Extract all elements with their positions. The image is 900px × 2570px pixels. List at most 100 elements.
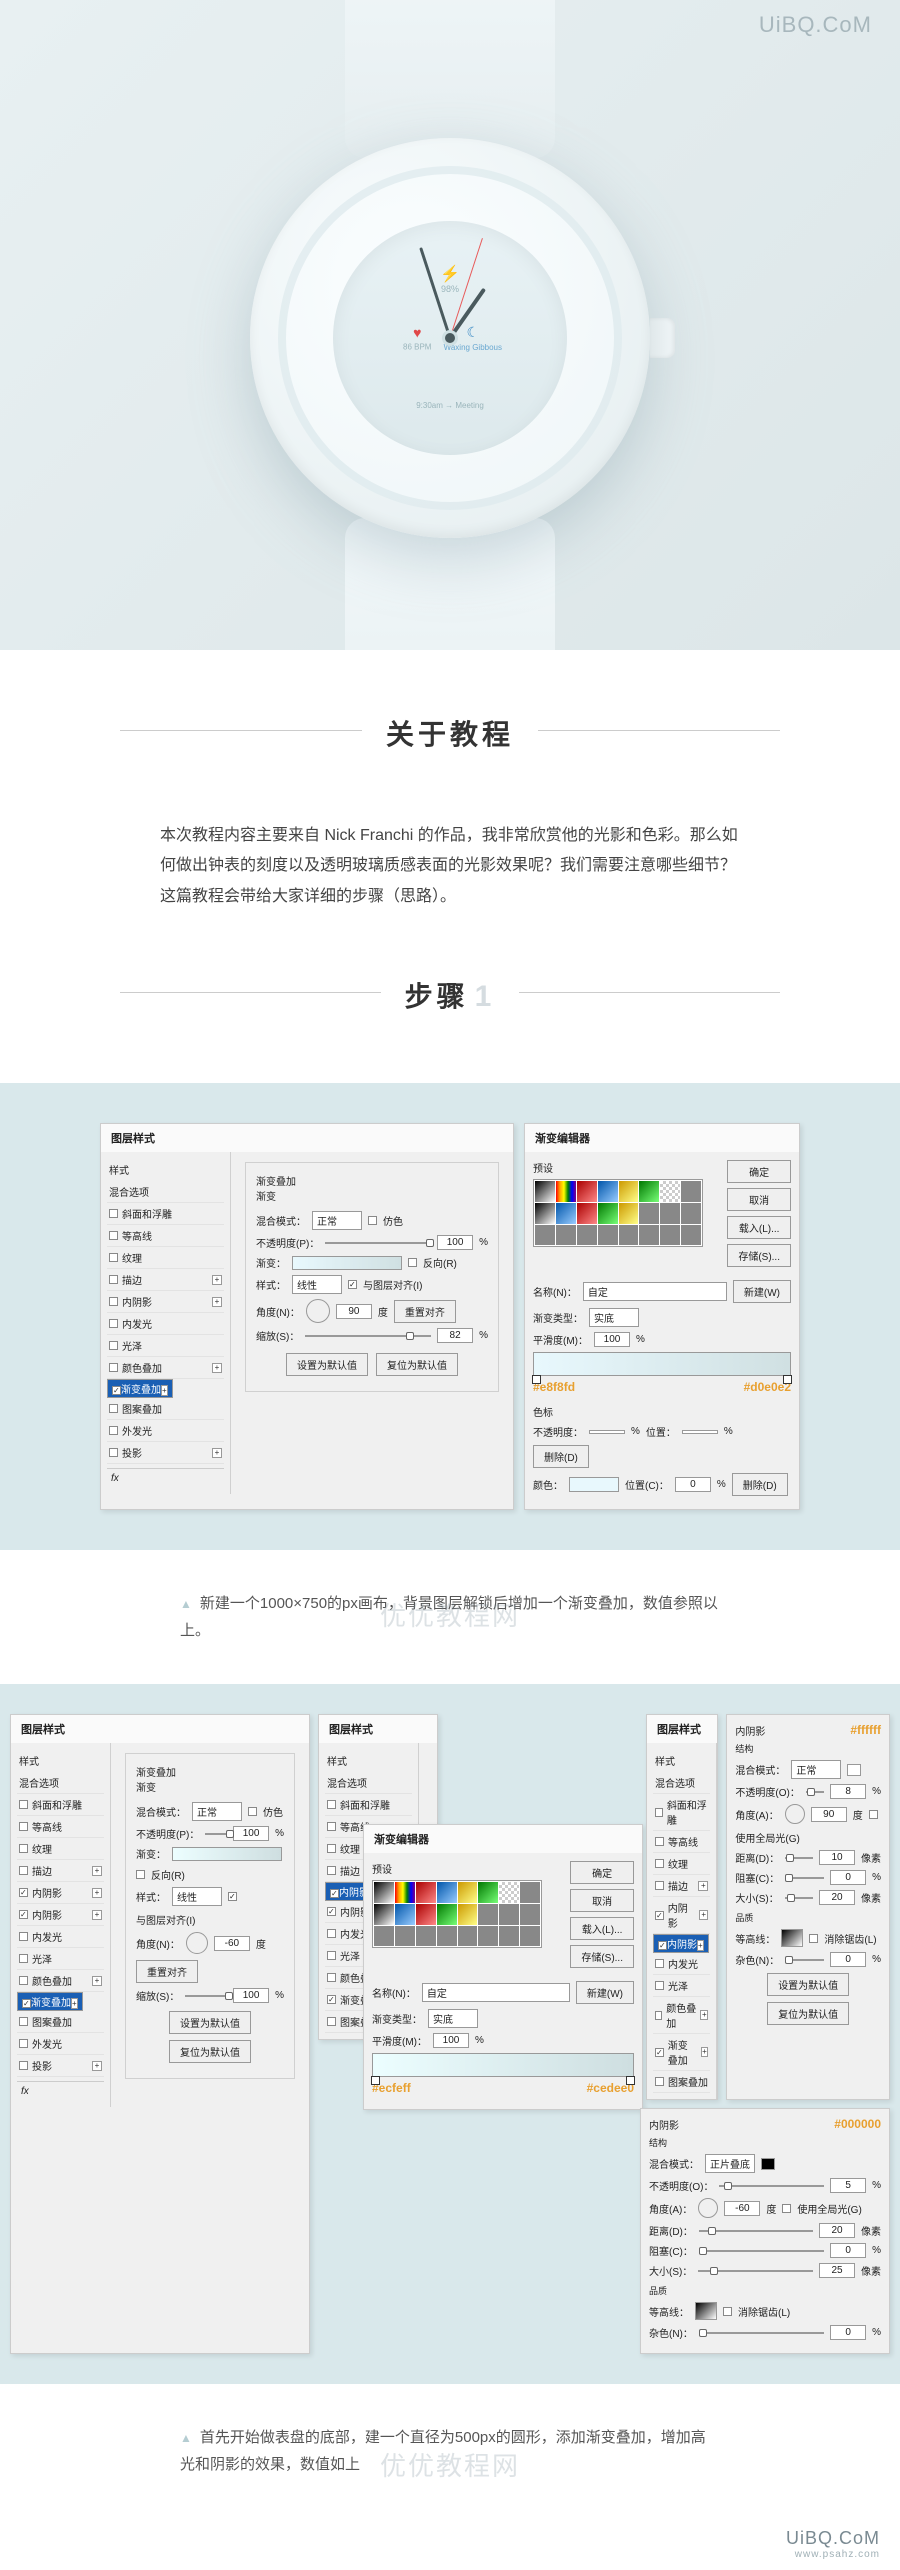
blend-mode-select[interactable]: 正片叠底 — [705, 2154, 755, 2173]
dither-checkbox[interactable] — [248, 1807, 257, 1816]
scale-value[interactable]: 100 — [233, 1988, 269, 2003]
load-button[interactable]: 载入(L)... — [570, 1917, 634, 1940]
noise-value[interactable]: 0 — [830, 2325, 866, 2340]
blend-mode-select[interactable]: 正常 — [192, 1802, 242, 1821]
name-input[interactable]: 自定 — [422, 1983, 570, 2002]
satin-row[interactable]: 光泽 — [107, 1335, 224, 1357]
drop-shadow-row[interactable]: 投影+ — [107, 1442, 224, 1464]
stop-opacity-value[interactable] — [589, 1430, 625, 1434]
blend-options-row[interactable]: 混合选项 — [17, 1772, 104, 1794]
plus-icon[interactable]: + — [92, 1976, 102, 1986]
contour-row[interactable]: 等高线 — [107, 1225, 224, 1247]
contour-preview[interactable] — [695, 2302, 717, 2320]
antialias-checkbox[interactable] — [809, 1934, 818, 1943]
plus-icon[interactable]: + — [71, 1998, 78, 2009]
texture-row[interactable]: 纹理 — [17, 1838, 104, 1860]
gradient-overlay-row[interactable]: 渐变叠加+ — [17, 1992, 83, 2011]
contour-row[interactable]: 等高线 — [653, 1831, 710, 1853]
inner-shadow-row-2[interactable]: 内阴影+ — [17, 1904, 104, 1926]
plus-icon[interactable]: + — [701, 2047, 709, 2057]
plus-icon[interactable]: + — [92, 2061, 102, 2071]
reset-default-button[interactable]: 复位为默认值 — [169, 2040, 251, 2063]
gradient-ramp[interactable] — [372, 2053, 634, 2077]
plus-icon[interactable]: + — [212, 1363, 222, 1373]
angle-value[interactable]: 90 — [336, 1304, 372, 1319]
blend-options-row[interactable]: 混合选项 — [325, 1772, 412, 1794]
position2-value[interactable]: 0 — [675, 1477, 711, 1492]
color-stop-right[interactable] — [626, 2076, 635, 2085]
opacity-value[interactable]: 8 — [830, 1784, 866, 1799]
load-button[interactable]: 载入(L)... — [727, 1216, 791, 1239]
reverse-checkbox[interactable] — [408, 1258, 417, 1267]
gradient-presets[interactable] — [372, 1880, 542, 1948]
size-slider[interactable] — [698, 2270, 813, 2272]
inner-glow-row[interactable]: 内发光 — [107, 1313, 224, 1335]
distance-value[interactable]: 20 — [819, 2223, 855, 2238]
inner-shadow-row[interactable]: 内阴影+ — [107, 1291, 224, 1313]
color-stop-left[interactable] — [532, 1375, 541, 1384]
stroke-row[interactable]: 描边+ — [653, 1875, 710, 1897]
smooth-value[interactable]: 100 — [433, 2033, 469, 2048]
style-select[interactable]: 线性 — [172, 1887, 222, 1906]
opacity-slider[interactable] — [205, 1833, 227, 1835]
antialias-checkbox[interactable] — [723, 2307, 732, 2316]
inner-shadow-row[interactable]: 内阴影+ — [17, 1882, 104, 1904]
blend-mode-select[interactable]: 正常 — [791, 1760, 841, 1779]
scale-value[interactable]: 82 — [437, 1328, 473, 1343]
angle-dial[interactable] — [785, 1804, 805, 1824]
angle-dial[interactable] — [698, 2198, 718, 2218]
satin-row[interactable]: 光泽 — [17, 1948, 104, 1970]
dither-checkbox[interactable] — [368, 1216, 377, 1225]
gradient-preview[interactable] — [172, 1847, 282, 1861]
color-stop-left[interactable] — [371, 2076, 380, 2085]
noise-slider[interactable] — [699, 2332, 824, 2334]
reset-default-button[interactable]: 复位为默认值 — [767, 2002, 849, 2025]
make-default-button[interactable]: 设置为默认值 — [169, 2011, 251, 2034]
gradient-overlay-row[interactable]: 渐变叠加+ — [653, 2034, 710, 2071]
bevel-row[interactable]: 斜面和浮雕 — [107, 1203, 224, 1225]
type-select[interactable]: 实底 — [589, 1308, 639, 1327]
opacity-value[interactable]: 100 — [233, 1826, 269, 1841]
plus-icon[interactable]: + — [161, 1385, 168, 1396]
reset-align-button[interactable]: 重置对齐 — [136, 1960, 198, 1983]
make-default-button[interactable]: 设置为默认值 — [767, 1973, 849, 1996]
pattern-overlay-row[interactable]: 图案叠加 — [107, 1398, 224, 1420]
delete-button[interactable]: 删除(D) — [732, 1473, 788, 1496]
save-button[interactable]: 存储(S)... — [570, 1945, 634, 1968]
inner-shadow-row-2[interactable]: 内阴影+ — [653, 1934, 709, 1953]
opacity-slider[interactable] — [806, 1791, 824, 1793]
reset-default-button[interactable]: 复位为默认值 — [376, 1353, 458, 1376]
align-checkbox[interactable] — [348, 1280, 357, 1289]
inner-shadow-row[interactable]: 内阴影+ — [653, 1897, 710, 1934]
bevel-row[interactable]: 斜面和浮雕 — [325, 1794, 412, 1816]
name-input[interactable]: 自定 — [583, 1282, 727, 1301]
gradient-presets[interactable] — [533, 1179, 703, 1247]
plus-icon[interactable]: + — [92, 1866, 102, 1876]
contour-row[interactable]: 等高线 — [17, 1816, 104, 1838]
noise-value[interactable]: 0 — [830, 1952, 866, 1967]
blend-options-row[interactable]: 混合选项 — [653, 1772, 710, 1794]
contour-preview[interactable] — [781, 1929, 803, 1947]
make-default-button[interactable]: 设置为默认值 — [286, 1353, 368, 1376]
global-light-checkbox[interactable] — [869, 1810, 878, 1819]
choke-value[interactable]: 0 — [830, 2243, 866, 2258]
stroke-row[interactable]: 描边+ — [107, 1269, 224, 1291]
color-stop-right[interactable] — [783, 1375, 792, 1384]
bevel-row[interactable]: 斜面和浮雕 — [653, 1794, 710, 1831]
ok-button[interactable]: 确定 — [727, 1160, 791, 1183]
align-checkbox[interactable] — [228, 1892, 237, 1901]
color-swatch[interactable] — [847, 1764, 861, 1776]
opacity-value[interactable]: 100 — [437, 1235, 473, 1250]
ok-button[interactable]: 确定 — [570, 1861, 634, 1884]
plus-icon[interactable]: + — [699, 1910, 708, 1920]
outer-glow-row[interactable]: 外发光 — [107, 1420, 224, 1442]
opacity-slider[interactable] — [325, 1242, 431, 1244]
pattern-overlay-row[interactable]: 图案叠加 — [653, 2071, 710, 2093]
plus-icon[interactable]: + — [212, 1448, 222, 1458]
drop-shadow-row[interactable]: 投影+ — [17, 2055, 104, 2077]
size-value[interactable]: 20 — [819, 1890, 855, 1905]
position-value[interactable] — [682, 1430, 718, 1434]
distance-value[interactable]: 10 — [819, 1850, 855, 1865]
new-button[interactable]: 新建(W) — [576, 1981, 634, 2004]
cancel-button[interactable]: 取消 — [727, 1188, 791, 1211]
